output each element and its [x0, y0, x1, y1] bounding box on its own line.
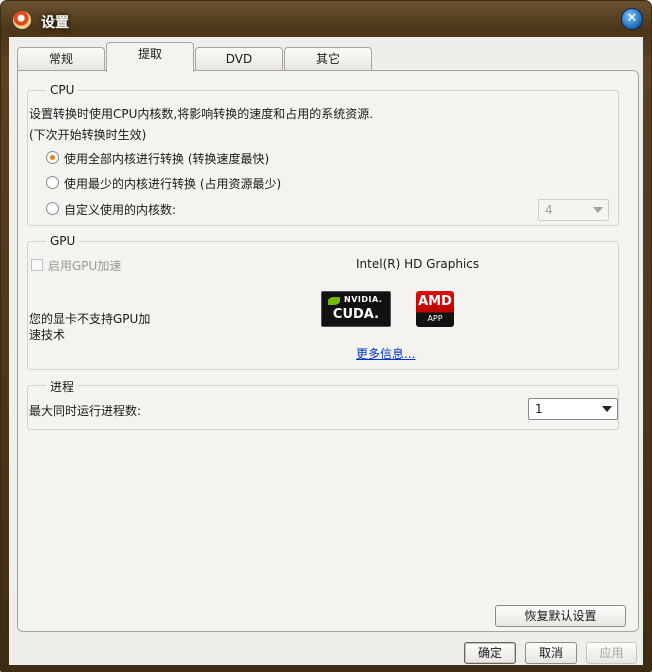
cpu-note: (下次开始转换时生效)	[29, 128, 147, 142]
title-bar: 设置 ✕	[1, 1, 651, 37]
restore-defaults-button[interactable]: 恢复默认设置	[495, 605, 626, 627]
extract-tab-panel: CPU 设置转换时使用CPU内核数,将影响转换的速度和占用的系统资源. (下次开…	[17, 70, 639, 632]
enable-gpu-label[interactable]: 启用GPU加速	[48, 257, 121, 274]
radio-custom-cores[interactable]	[46, 202, 59, 215]
tab-general[interactable]: 常规	[17, 47, 105, 71]
radio-custom-cores-label[interactable]: 自定义使用的内核数:	[64, 201, 176, 218]
amd-app-logo: AMD APP	[416, 291, 454, 327]
apply-button[interactable]: 应用	[586, 642, 637, 664]
core-count-value: 4	[545, 203, 553, 217]
dialog-client-area: 常规 提取 DVD 其它 CPU 设置转换时使用CPU内核数,将影响转换的速度和…	[9, 37, 643, 665]
chevron-down-icon	[602, 406, 612, 412]
graphics-card-name: Intel(R) HD Graphics	[356, 257, 480, 271]
settings-window: 设置 ✕ 常规 提取 DVD 其它 CPU 设置转换时使用CPU内核数,将影响转…	[0, 0, 652, 672]
cpu-group-title: CPU	[46, 83, 79, 97]
max-process-select[interactable]: 1	[528, 398, 618, 420]
max-process-value: 1	[535, 402, 543, 416]
cpu-description: 设置转换时使用CPU内核数,将影响转换的速度和占用的系统资源.	[29, 107, 374, 121]
app-icon	[13, 11, 31, 29]
more-info-link[interactable]: 更多信息...	[356, 345, 415, 362]
nvidia-eye-icon	[328, 297, 340, 305]
cancel-button[interactable]: 取消	[525, 642, 577, 664]
gpu-group: GPU 启用GPU加速 Intel(R) HD Graphics 您的显卡不支持…	[27, 234, 619, 370]
max-process-label: 最大同时运行进程数:	[29, 404, 142, 418]
radio-all-cores[interactable]	[46, 151, 59, 164]
gpu-unsupported-line2: 速技术	[29, 328, 66, 342]
nvidia-cuda-logo: NVIDIA. CUDA.	[321, 291, 391, 327]
radio-min-cores-label[interactable]: 使用最少的内核进行转换 (占用资源最少)	[64, 175, 281, 192]
tab-extract[interactable]: 提取	[106, 42, 194, 72]
chevron-down-icon	[593, 207, 603, 213]
radio-min-cores[interactable]	[46, 176, 59, 189]
process-group: 进程 最大同时运行进程数: 1	[27, 378, 619, 430]
enable-gpu-checkbox[interactable]	[31, 259, 43, 271]
tab-other[interactable]: 其它	[284, 47, 372, 71]
ok-button[interactable]: 确定	[464, 642, 516, 664]
gpu-unsupported-line1: 您的显卡不支持GPU加	[29, 312, 151, 326]
gpu-group-title: GPU	[46, 234, 80, 248]
cpu-group: CPU 设置转换时使用CPU内核数,将影响转换的速度和占用的系统资源. (下次开…	[27, 83, 619, 226]
process-group-title: 进程	[46, 378, 79, 395]
radio-all-cores-label[interactable]: 使用全部内核进行转换 (转换速度最快)	[64, 150, 269, 167]
tab-dvd[interactable]: DVD	[195, 47, 283, 71]
close-button[interactable]: ✕	[621, 8, 643, 30]
close-icon: ✕	[626, 11, 638, 26]
window-title: 设置	[41, 15, 69, 31]
core-count-select[interactable]: 4	[538, 199, 609, 221]
